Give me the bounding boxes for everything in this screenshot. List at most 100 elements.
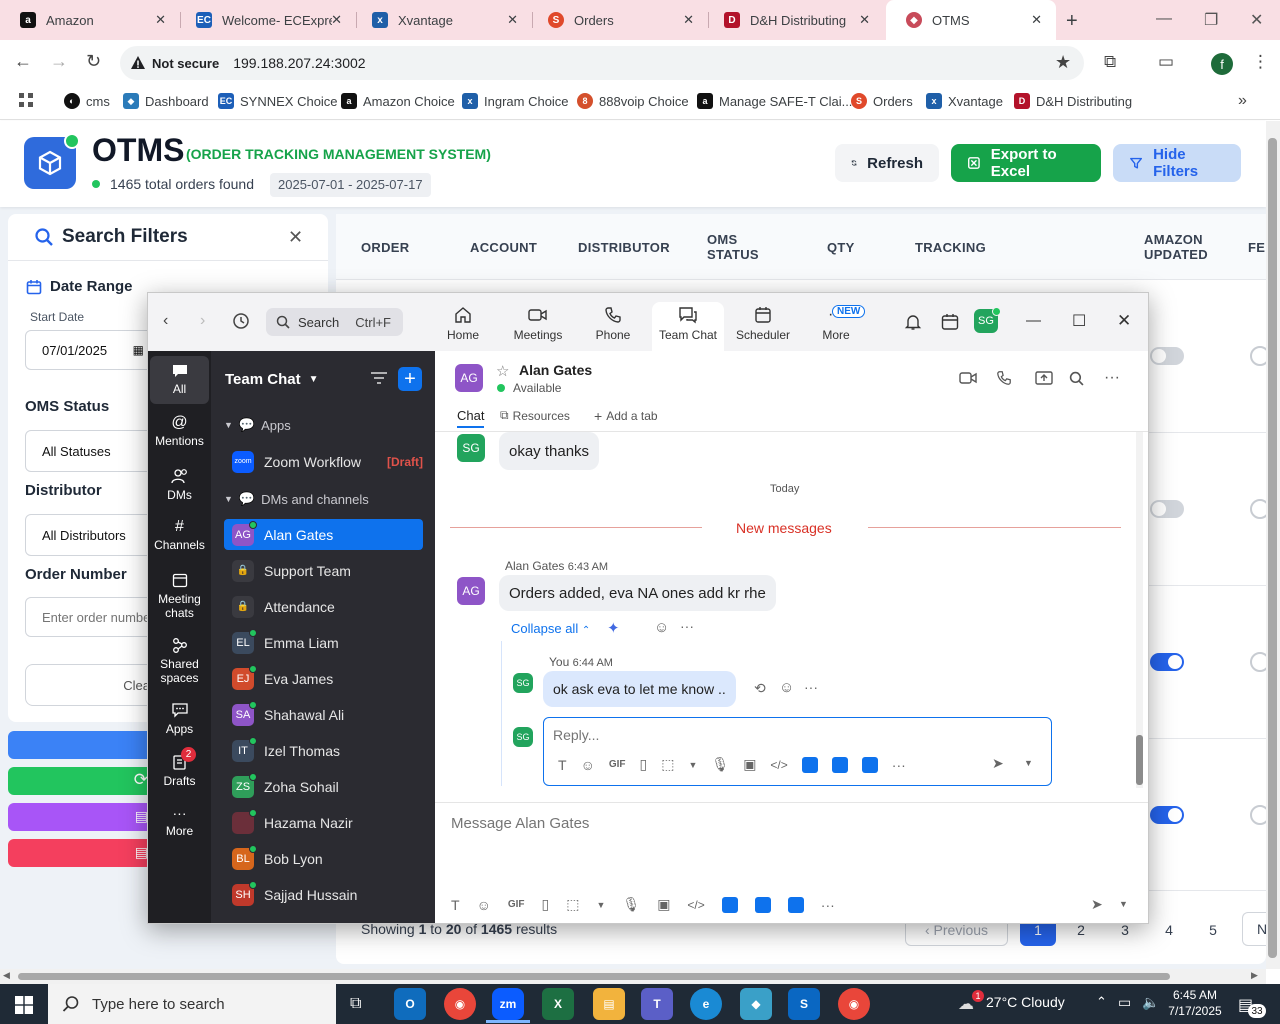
rail-channels[interactable]: # Channels [150, 519, 209, 553]
chevron-down-icon[interactable]: ▼ [1024, 758, 1033, 768]
chat-contact-name[interactable]: Alan Gates [519, 362, 592, 378]
rail-all[interactable]: All [150, 356, 209, 404]
contact-list-item[interactable]: SA Shahawal Ali [224, 699, 423, 730]
rail-more[interactable]: ··· More [150, 806, 209, 838]
column-tracking[interactable]: TRACKING [915, 240, 986, 255]
tab-xvantage[interactable]: x Xvantage ✕ [352, 0, 532, 40]
scroll-right-icon[interactable]: ▶ [1251, 970, 1258, 981]
chrome-menu-icon[interactable]: ⋮ [1252, 52, 1269, 72]
app-taskbar-icon[interactable]: S [788, 988, 820, 1020]
tab-orders[interactable]: S Orders ✕ [528, 0, 708, 40]
rail-drafts[interactable]: Drafts [150, 754, 209, 788]
rail-apps[interactable]: Apps [150, 702, 209, 736]
new-tab-icon[interactable]: + [1066, 10, 1078, 33]
chat-tab-resources[interactable]: ⧉ Resources [500, 408, 570, 423]
app-icon[interactable] [861, 756, 878, 773]
close-filters-icon[interactable]: ✕ [288, 227, 303, 248]
start-date-input[interactable]: 07/01/2025 ▦ [25, 330, 155, 370]
zoom-close-icon[interactable]: ✕ [1117, 311, 1131, 331]
video-message-icon[interactable]: ▣ [743, 756, 756, 773]
bookmark-amazon-choice[interactable]: a Amazon Choice [341, 93, 455, 109]
volume-icon[interactable]: 🔈 [1142, 994, 1159, 1011]
column-distributor[interactable]: DISTRIBUTOR [578, 240, 670, 255]
amazon-updated-toggle[interactable] [1150, 806, 1184, 824]
zoom-tab-meetings[interactable]: Meetings [502, 302, 574, 342]
profile-avatar[interactable]: f [1211, 53, 1233, 75]
bookmark-star-icon[interactable]: ★ [1055, 52, 1071, 73]
star-icon[interactable]: ☆ [496, 362, 509, 380]
app-icon[interactable] [754, 896, 771, 913]
search-button[interactable] [8, 731, 158, 759]
section-dms-channels[interactable]: ▼ 💬 DMs and channels [224, 491, 369, 507]
file-icon[interactable]: ▯ [640, 756, 648, 773]
close-tab-icon[interactable]: ✕ [155, 12, 166, 28]
video-message-icon[interactable]: ▣ [657, 896, 670, 913]
contact-avatar[interactable]: AG [455, 364, 483, 392]
bookmark-ingram[interactable]: x Ingram Choice [462, 93, 569, 109]
screenshot-icon[interactable]: ⬚ [661, 756, 674, 773]
contact-list-item[interactable]: 🔒 Support Team [224, 555, 423, 586]
close-tab-icon[interactable]: ✕ [1031, 12, 1042, 28]
contact-list-item[interactable]: Hazama Nazir [224, 807, 423, 838]
zoom-taskbar-icon[interactable]: zm [492, 988, 524, 1020]
scroll-left-icon[interactable]: ◀ [3, 970, 10, 981]
emoji-icon[interactable]: ☺ [581, 757, 595, 773]
rail-mentions[interactable]: @ Mentions [150, 415, 209, 449]
history-icon[interactable] [232, 312, 250, 330]
export-excel-button[interactable]: Export to Excel [951, 144, 1101, 182]
extensions-icon[interactable]: ⧉ [1104, 52, 1116, 72]
rail-meeting-chats[interactable]: Meeting chats [150, 572, 209, 620]
share-screen-icon[interactable] [1035, 371, 1053, 386]
network-icon[interactable]: ▭ [1118, 994, 1131, 1011]
order-number-input[interactable] [25, 597, 155, 637]
calendar-icon[interactable] [941, 313, 959, 331]
zoom-tab-phone[interactable]: Phone [577, 302, 649, 342]
restore-icon[interactable]: ❐ [1204, 10, 1218, 30]
quote-reply-icon[interactable]: ⟲ [754, 680, 766, 697]
new-chat-plus-icon[interactable]: + [398, 367, 422, 391]
bookmark-synnex[interactable]: EC SYNNEX Choice [218, 93, 338, 109]
tray-chevron-icon[interactable]: ⌃ [1096, 994, 1107, 1010]
close-tab-icon[interactable]: ✕ [507, 12, 518, 28]
purple-action-button[interactable]: ▤ [8, 803, 158, 831]
column-account[interactable]: ACCOUNT [470, 240, 537, 255]
column-oms-status[interactable]: OMS STATUS [707, 232, 767, 262]
more-options-icon[interactable]: ··· [1104, 369, 1120, 387]
file-icon[interactable]: ▯ [542, 896, 550, 913]
message-more-icon[interactable]: ··· [680, 618, 694, 634]
reply-input[interactable] [553, 724, 1033, 746]
zoom-minimize-icon[interactable]: — [1026, 312, 1041, 329]
calendar-picker-icon[interactable]: ▦ [133, 343, 144, 357]
microphone-icon[interactable]: 🎙 [622, 896, 640, 913]
horizontal-scroll-thumb[interactable] [18, 973, 1170, 980]
excel-taskbar-icon[interactable]: X [542, 988, 574, 1020]
chevron-down-icon[interactable]: ▼ [1119, 899, 1128, 909]
text-format-icon[interactable]: T [558, 757, 567, 773]
page-5-button[interactable]: 5 [1195, 914, 1231, 946]
tab-dh[interactable]: D D&H Distributing ✕ [704, 0, 884, 40]
amazon-updated-toggle[interactable] [1150, 347, 1184, 365]
my-avatar[interactable]: SG [457, 434, 485, 462]
reload-icon[interactable]: ↻ [86, 51, 101, 72]
contact-list-item[interactable]: IT Izel Thomas [224, 735, 423, 766]
clear-filters-button[interactable]: Clea [25, 664, 155, 706]
chat-scroll-thumb[interactable] [1136, 735, 1143, 785]
clock[interactable]: 6:45 AM 7/17/2025 [1168, 987, 1222, 1019]
close-tab-icon[interactable]: ✕ [331, 12, 342, 28]
column-fee[interactable]: FEE [1248, 240, 1266, 255]
outlook-icon[interactable]: O [394, 988, 426, 1020]
code-icon[interactable]: </> [770, 758, 787, 772]
app-taskbar-icon[interactable]: ◆ [740, 988, 772, 1020]
app-icon[interactable] [787, 896, 804, 913]
next-page-button[interactable]: N [1242, 912, 1266, 946]
zoom-maximize-icon[interactable]: ☐ [1072, 311, 1086, 331]
filter-list-icon[interactable] [370, 370, 388, 386]
chrome-taskbar-icon[interactable]: ◉ [444, 988, 476, 1020]
team-chat-menu[interactable]: Team Chat ▼ [225, 371, 318, 388]
chrome-taskbar-icon[interactable]: ◉ [838, 988, 870, 1020]
back-icon[interactable]: ← [14, 51, 32, 72]
app-icon[interactable] [721, 896, 738, 913]
notifications-bell-icon[interactable] [904, 313, 922, 331]
reply-bubble[interactable]: ok ask eva to let me know .. [543, 671, 736, 707]
windows-start-icon[interactable] [15, 996, 33, 1014]
